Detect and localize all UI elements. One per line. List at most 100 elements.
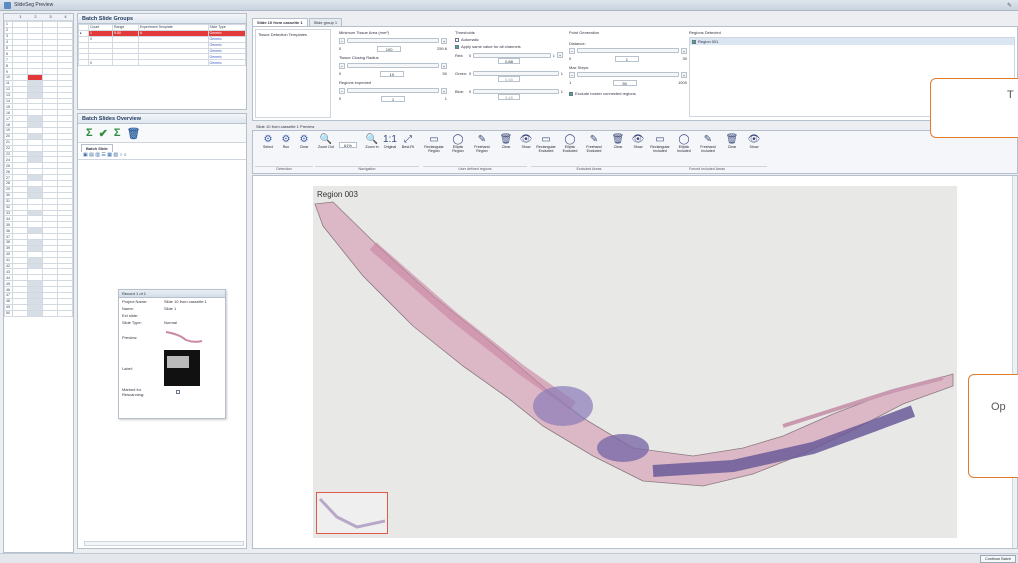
slot-cell[interactable] (12, 309, 28, 317)
record-row: Project Name: Slide 10 from cassette 1 (122, 299, 207, 304)
exclude-label: Exclude border connected regions (575, 91, 636, 96)
toolbar-icon: ⤢ (404, 134, 412, 145)
max-steps-slider[interactable] (577, 72, 679, 77)
toolbar-button-clear[interactable]: ⚙ Clear (293, 134, 315, 149)
max-value: 1 (560, 71, 563, 76)
grid-column-header: 4 (64, 14, 67, 19)
callout-top: T (930, 78, 1018, 138)
min-value: 0 (339, 96, 342, 101)
min-value: 0 (339, 71, 342, 76)
toolbar-button-elliptic-region[interactable]: ◯ Elliptic Region (447, 134, 469, 153)
toolbar-button-freehand-excluded[interactable]: ✎ Freehand Excluded (583, 134, 605, 153)
regions-detected-label: Regions Detected (689, 30, 721, 35)
tab-slide[interactable]: Slide 10 from cassette 1 (252, 18, 308, 26)
toolbar-label: Run (282, 145, 290, 149)
toolbar-button-clear[interactable]: 🗑 Clear (607, 134, 629, 149)
toolbar-button-freehand-region[interactable]: ✎ Freehand Region (471, 134, 493, 153)
record-header: Record 1 of 1 (119, 290, 225, 298)
continue-batch-button[interactable]: Continue Batch (980, 555, 1016, 563)
toolbar-button-show[interactable]: 👁 Show (515, 134, 537, 149)
toolbar-icon: 🗑 (499, 134, 513, 145)
toolbar-label: Rectangular Region (424, 145, 444, 153)
toolbar-label: Original (383, 145, 397, 149)
tab-batch-slide[interactable]: Batch Slide (81, 144, 113, 152)
toolbar-label: Select (263, 145, 273, 149)
tab-slide-group[interactable]: Slide group 1 (308, 18, 343, 26)
trash-icon[interactable]: 🗑 (126, 127, 140, 140)
minus-button[interactable]: − (339, 63, 345, 69)
slide-image[interactable]: Region 003 (313, 186, 957, 538)
pin-icon[interactable]: ✎ (1007, 2, 1012, 9)
regions-input[interactable]: 1 (381, 96, 405, 102)
toolbar-label: Freehand Region (474, 145, 490, 153)
toolbar-button-elliptic-included[interactable]: ◯ Elliptic Included (673, 134, 695, 153)
check-icon[interactable]: ✔ (99, 127, 108, 140)
record-row: Slide Type: Normal (122, 320, 177, 325)
red-slider[interactable] (473, 52, 551, 58)
toolbar-button-clear[interactable]: 🗑 Clear (495, 134, 517, 149)
toolbar-button-rectangular-excluded[interactable]: ▭ Rectangular Excluded (535, 134, 557, 153)
slot-table: 1 2 3 4 5 6 7 8 9 10 11 12 13 14 15 16 17 18 19 20 21 22 23 24 2… (4, 21, 73, 317)
toolbar-button-rectangular-included[interactable]: ▭ Rectangular Included (649, 134, 671, 153)
toolbar-group-label: Navigation (315, 166, 419, 171)
exclude-checkbox[interactable] (569, 91, 573, 96)
group-row[interactable]: 0 Generic (78, 59, 246, 67)
plus-button[interactable]: + (557, 52, 563, 58)
toolbar-button-show[interactable]: 👁 Show (743, 134, 765, 149)
minimap-svg (318, 497, 386, 529)
toolbar-icon: ◯ (678, 134, 690, 145)
closing-input[interactable]: 10 (379, 71, 404, 77)
overview-actions: Σ ✔ Σ 🗑 (78, 124, 246, 143)
toolbar-button-best-fit[interactable]: ⤢ Best-Fit (397, 134, 419, 149)
slot-cell[interactable] (57, 309, 73, 317)
distance-slider[interactable] (577, 48, 679, 53)
plus-button[interactable]: + (681, 48, 687, 54)
plus-button[interactable]: + (441, 63, 447, 69)
region-item[interactable]: Region 001 (698, 39, 718, 44)
zoom-input[interactable]: 61% (339, 142, 357, 148)
minus-button[interactable]: − (569, 48, 575, 54)
rescan-checkbox[interactable] (176, 389, 180, 394)
minus-button[interactable]: − (569, 72, 575, 78)
overview-scrollbar[interactable] (84, 541, 244, 546)
apply-checkbox[interactable] (455, 44, 459, 49)
min-value: 0 (469, 89, 472, 94)
blue-input[interactable]: 0.45 (498, 94, 520, 100)
regions-slider[interactable] (347, 88, 439, 93)
region-checkbox[interactable] (692, 39, 696, 44)
slide-position-grid: 1 2 3 4 1 2 3 4 5 6 7 8 9 10 11 12 13 14 15 16 17 18 19 20 21 22… (3, 13, 74, 553)
green-input[interactable]: 0.45 (498, 76, 520, 82)
min-area-input[interactable]: 100 (377, 46, 402, 52)
toolbar-label: Show (521, 145, 531, 149)
toolbar-label: Elliptic Region (452, 145, 464, 153)
slot-cell[interactable] (42, 309, 58, 317)
toolbar-button-clear[interactable]: 🗑 Clear (721, 134, 743, 149)
status-bar: Continue Batch (0, 553, 1018, 563)
prev-icon[interactable]: Σ (86, 127, 93, 139)
automatic-checkbox[interactable] (455, 37, 459, 42)
plus-button[interactable]: + (681, 72, 687, 78)
groups-table[interactable]: Count Range Experiment Template Slide Type ▸… (78, 24, 246, 67)
sigma-icon[interactable]: Σ (114, 127, 121, 139)
toolbar-button-freehand-included[interactable]: ✎ Freehand Included (697, 134, 719, 153)
viewer-scrollbar[interactable] (1012, 176, 1017, 548)
toolbar-button-elliptic-excluded[interactable]: ◯ Elliptic Excluded (559, 134, 581, 153)
toolbar-button-rectangular-region[interactable]: ▭ Rectangular Region (423, 134, 445, 153)
minimap[interactable] (316, 492, 388, 534)
slot-cell[interactable] (27, 309, 43, 317)
minus-button[interactable]: − (339, 88, 345, 94)
row-indicator (78, 59, 89, 67)
toolbar-button-show[interactable]: 👁 Show (627, 134, 649, 149)
closing-slider[interactable] (347, 63, 439, 68)
max-steps-input[interactable]: 50 (612, 80, 637, 86)
red-input[interactable]: 0.88 (498, 58, 520, 64)
template-box[interactable]: Tissue Detection Templates (255, 29, 331, 118)
plus-button[interactable]: + (441, 88, 447, 94)
grid-column-header: 1 (19, 14, 22, 19)
image-viewer[interactable]: Region 003 (252, 175, 1018, 549)
distance-input[interactable]: 1 (614, 56, 639, 62)
toolbar-button-zoom-out[interactable]: 🔍 Zoom Out (315, 134, 337, 149)
plus-button[interactable]: + (441, 38, 447, 44)
min-area-slider[interactable] (347, 38, 439, 43)
minus-button[interactable]: − (339, 38, 345, 44)
